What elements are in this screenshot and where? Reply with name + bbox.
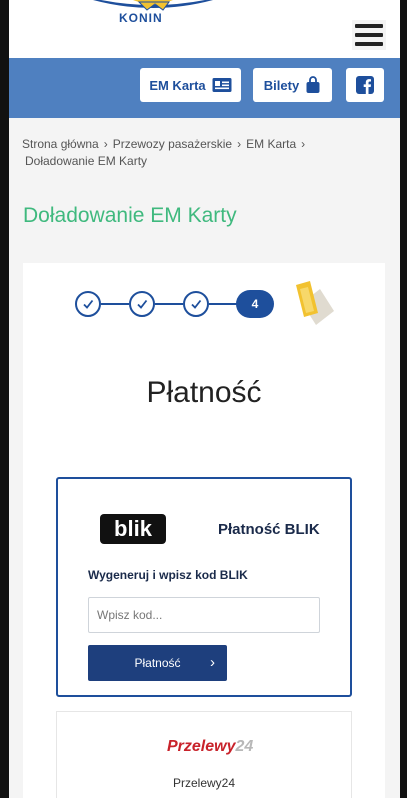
bilety-label: Bilety bbox=[263, 77, 300, 93]
step-4-active: 4 bbox=[236, 290, 274, 318]
payment-heading: Płatność bbox=[146, 376, 262, 409]
checkmark-icon bbox=[191, 299, 202, 309]
page-title: Doładowanie EM Karty bbox=[23, 204, 237, 227]
blue-nav-bar: EM Karta Bilety bbox=[9, 58, 400, 118]
przelewy24-label: Przelewy24 bbox=[172, 776, 236, 790]
step-connector bbox=[101, 303, 129, 305]
step-connector bbox=[209, 303, 237, 305]
facebook-icon bbox=[356, 76, 374, 94]
chevron-right-icon: › bbox=[210, 654, 215, 671]
p24-logo-number: 24 bbox=[235, 738, 254, 755]
em-karta-button[interactable]: EM Karta bbox=[140, 68, 241, 102]
top-header: KONIN bbox=[9, 0, 400, 58]
screen-edge-left bbox=[0, 0, 9, 798]
breadcrumb-current: Doładowanie EM Karty bbox=[25, 154, 148, 168]
breadcrumb: Strona główna › Przewozy pasażerskie › EM Ka… bbox=[22, 136, 392, 170]
breadcrumb-separator: › bbox=[301, 137, 306, 151]
p24-logo-text: Przelewy bbox=[167, 738, 236, 755]
blik-title: Płatność BLIK bbox=[218, 521, 320, 538]
payment-card: 4 Płatność blik Płatność BLIK Wygeneruj … bbox=[23, 263, 385, 798]
breadcrumb-home[interactable]: Strona główna bbox=[22, 137, 99, 151]
breadcrumb-separator: › bbox=[237, 137, 242, 151]
step-3-done bbox=[183, 291, 209, 317]
przelewy24-logo: Przelewy24 bbox=[167, 738, 253, 756]
bilety-button[interactable]: Bilety bbox=[253, 68, 332, 102]
page: KONIN EM Karta Bilety Strona główna › Pr… bbox=[9, 0, 400, 798]
logo-text: KONIN bbox=[119, 11, 163, 25]
breadcrumb-przewozy[interactable]: Przewozy pasażerskie bbox=[113, 137, 232, 151]
screen-edge-right bbox=[400, 0, 407, 798]
facebook-button[interactable] bbox=[346, 68, 384, 102]
checkmark-icon bbox=[137, 299, 148, 309]
checkmark-icon bbox=[83, 299, 94, 309]
przelewy24-payment-option[interactable]: Przelewy24 Przelewy24 bbox=[56, 711, 352, 798]
pay-button-label: Płatność bbox=[134, 656, 181, 670]
em-karta-label: EM Karta bbox=[149, 77, 206, 93]
blik-logo: blik bbox=[100, 514, 166, 544]
step-connector bbox=[155, 303, 183, 305]
blik-payment-option[interactable]: blik Płatność BLIK Wygeneruj i wpisz kod… bbox=[56, 477, 352, 697]
step-2-done bbox=[129, 291, 155, 317]
progress-steps: 4 bbox=[75, 281, 355, 325]
blik-instruction: Wygeneruj i wpisz kod BLIK bbox=[88, 568, 248, 582]
id-card-icon bbox=[212, 78, 232, 92]
breadcrumb-separator: › bbox=[103, 137, 108, 151]
ticket-icon bbox=[296, 281, 334, 325]
blik-code-input[interactable] bbox=[88, 597, 320, 633]
hamburger-menu-icon[interactable] bbox=[352, 20, 386, 50]
step-1-done bbox=[75, 291, 101, 317]
blik-pay-button[interactable]: Płatność › bbox=[88, 645, 227, 681]
breadcrumb-em-karta[interactable]: EM Karta bbox=[246, 137, 296, 151]
bag-icon bbox=[306, 76, 320, 93]
